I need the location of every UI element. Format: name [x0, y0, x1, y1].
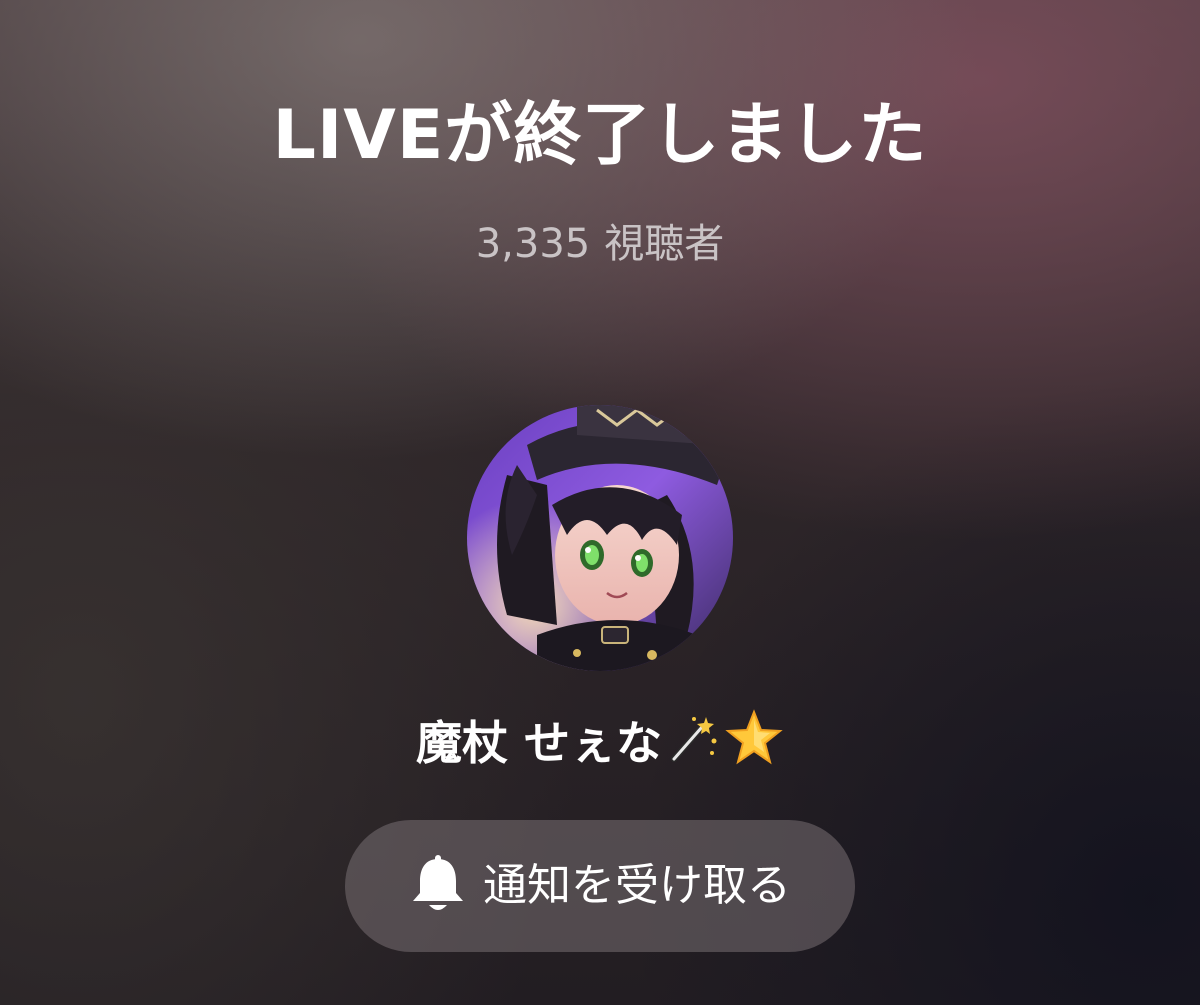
streamer-name-line: 魔杖 せぇな	[0, 708, 1200, 785]
live-ended-title: LIVEが終了しました	[272, 96, 928, 175]
receive-notifications-button[interactable]: 通知を受け取る	[345, 820, 855, 952]
streamer-name: 魔杖 せぇな	[415, 716, 662, 770]
bell-icon	[409, 855, 467, 917]
live-ended-screen: LIVEが終了しました 3,335 視聴者 魔杖 せぇな 通知を受け取る	[0, 0, 1200, 1005]
star-icon	[724, 708, 784, 785]
viewer-count-line: 3,335 視聴者	[0, 218, 1200, 270]
viewer-count: 3,335	[475, 221, 591, 267]
receive-notifications-label: 通知を受け取る	[483, 860, 791, 911]
avatar-illustration	[467, 405, 733, 671]
streamer-avatar[interactable]	[467, 405, 733, 671]
magic-wand-icon	[666, 711, 720, 782]
viewer-label: 視聴者	[604, 221, 725, 267]
